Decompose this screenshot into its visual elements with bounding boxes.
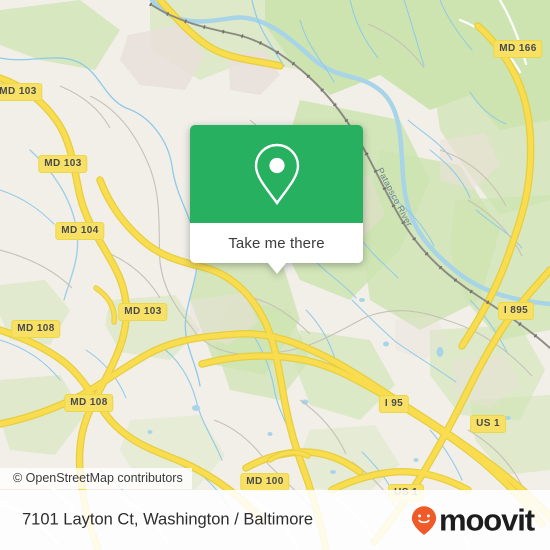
- road-shield-md-166[interactable]: MD 166: [493, 40, 543, 58]
- road-shield-md-108-b[interactable]: MD 108: [64, 394, 114, 412]
- road-shield-i-895[interactable]: I 895: [497, 302, 535, 320]
- road-shield-md-103-c[interactable]: MD 103: [118, 303, 168, 321]
- road-shield-md-108-a[interactable]: MD 108: [11, 320, 61, 338]
- road-shield-md-100[interactable]: MD 100: [240, 473, 290, 491]
- road-shield-md-103-a[interactable]: MD 103: [0, 83, 43, 101]
- popup-icon-area: [190, 125, 363, 223]
- take-me-there-label: Take me there: [228, 234, 325, 252]
- footer-bar: 7101 Layton Ct, Washington / Baltimore m…: [0, 490, 550, 550]
- take-me-there-popup[interactable]: Take me there: [190, 125, 363, 274]
- road-shield-i-95[interactable]: I 95: [378, 395, 410, 413]
- address-label: 7101 Layton Ct, Washington / Baltimore: [22, 510, 314, 529]
- osm-attribution[interactable]: © OpenStreetMap contributors: [0, 468, 192, 489]
- popup-tail-arrow: [267, 263, 286, 274]
- moovit-wordmark: moovit: [438, 502, 535, 538]
- map-screenshot: Patapsco River MD 103 MD 103 MD 104 MD 1…: [0, 0, 550, 550]
- road-shield-md-103-b[interactable]: MD 103: [38, 155, 88, 173]
- road-shield-us-1-a[interactable]: US 1: [470, 415, 506, 433]
- road-shield-md-104[interactable]: MD 104: [55, 222, 105, 240]
- moovit-brand[interactable]: moovit: [411, 502, 535, 538]
- moovit-smiley-pin-icon: [411, 505, 437, 535]
- map-pin-icon: [254, 143, 299, 206]
- popup-action-area[interactable]: Take me there: [190, 223, 363, 263]
